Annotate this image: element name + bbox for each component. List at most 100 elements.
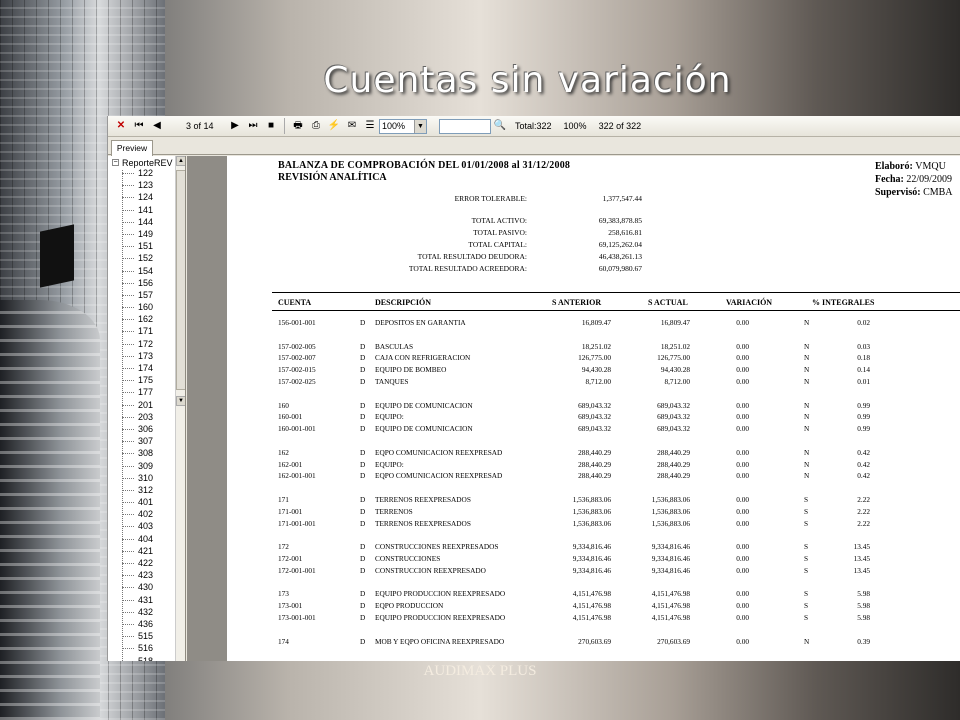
tree-item[interactable]: 154: [108, 265, 185, 277]
tree-item[interactable]: 144: [108, 216, 185, 228]
tree-item[interactable]: 171: [108, 325, 185, 337]
first-page-icon[interactable]: ⏮: [130, 117, 148, 135]
tree-item[interactable]: 403: [108, 520, 185, 532]
tree-item[interactable]: 152: [108, 252, 185, 264]
tab-bar: Preview: [108, 137, 960, 156]
cell-s-actual: 288,440.29: [657, 471, 690, 481]
tree-item[interactable]: 157: [108, 289, 185, 301]
tree-scrollbar[interactable]: ▲ ▼: [175, 156, 185, 661]
scroll-thumb[interactable]: [176, 170, 185, 390]
refresh-icon[interactable]: ⚡: [325, 117, 343, 135]
tree-item[interactable]: 402: [108, 508, 185, 520]
tree-item[interactable]: 173: [108, 350, 185, 362]
tree-item[interactable]: 310: [108, 472, 185, 484]
total-capital-label: TOTAL CAPITAL:: [468, 240, 527, 249]
cell-tipo: D: [360, 412, 366, 422]
binoculars-icon[interactable]: 🔍: [491, 117, 509, 135]
stop-icon[interactable]: ■: [262, 117, 280, 135]
tree-item[interactable]: 201: [108, 399, 185, 411]
tree-item[interactable]: 430: [108, 581, 185, 593]
tree-item[interactable]: 149: [108, 228, 185, 240]
tree-item[interactable]: 421: [108, 545, 185, 557]
cell-ns: S: [804, 589, 809, 599]
cell-cuenta: 157-002-025: [278, 376, 316, 386]
cell-s-anterior: 4,151,476.98: [572, 601, 611, 611]
total-deudora-value: 46,438,261.13: [598, 252, 642, 261]
cell-tipo: D: [360, 424, 366, 434]
zoom-select[interactable]: 100% ▼: [379, 118, 427, 134]
cell-s-actual: 4,151,476.98: [651, 589, 690, 599]
print-setup-icon[interactable]: ⎙: [307, 117, 325, 135]
tree-item[interactable]: 401: [108, 496, 185, 508]
tree-item[interactable]: 151: [108, 240, 185, 252]
prev-page-icon[interactable]: ◀: [148, 117, 166, 135]
close-icon[interactable]: ✕: [112, 117, 130, 135]
tree-item[interactable]: 124: [108, 191, 185, 203]
tree-item[interactable]: 174: [108, 362, 185, 374]
table-row: 160 D EQUIPO DE COMUNICACION 689,043.32 689,…: [227, 401, 960, 413]
tree-item[interactable]: 177: [108, 386, 185, 398]
tree-item[interactable]: 160: [108, 301, 185, 313]
table-row: 173 D EQUIPO PRODUCCION REEXPRESADO 4,151,4…: [227, 589, 960, 601]
tree-item[interactable]: 203: [108, 411, 185, 423]
cell-s-anterior: 94,430.28: [581, 365, 611, 375]
tree-item[interactable]: 156: [108, 277, 185, 289]
tree-item[interactable]: 175: [108, 374, 185, 386]
cell-descripcion: CONSTRUCCIONES: [375, 553, 441, 563]
tree-item[interactable]: 307: [108, 435, 185, 447]
tree-item[interactable]: 141: [108, 204, 185, 216]
search-input[interactable]: [439, 118, 491, 134]
tree-item[interactable]: 436: [108, 618, 185, 630]
cell-s-actual: 94,430.28: [660, 365, 690, 375]
table-row: 157-002-005 D BASCULAS 18,251.02 18,251.02 0.…: [227, 342, 960, 354]
cell-s-anterior: 270,603.69: [578, 636, 611, 646]
cell-descripcion: EQUIPO DE COMUNICACION: [375, 424, 473, 434]
tree-item[interactable]: 432: [108, 606, 185, 618]
tree-item[interactable]: 516: [108, 642, 185, 654]
tree-root[interactable]: − ReporteREV: [108, 156, 185, 168]
cell-tipo: D: [360, 589, 366, 599]
col-s-actual: S ACTUAL: [648, 298, 688, 307]
chevron-down-icon[interactable]: ▼: [414, 119, 426, 133]
last-page-icon[interactable]: ⏭: [244, 117, 262, 135]
cell-cuenta: 162-001-001: [278, 471, 316, 481]
tree-item[interactable]: 122: [108, 167, 185, 179]
cell-s-anterior: 16,809.47: [581, 318, 611, 327]
tab-preview[interactable]: Preview: [111, 140, 153, 156]
tree-item[interactable]: 515: [108, 630, 185, 642]
cell-cuenta: 156-001-001: [278, 318, 316, 327]
table-body: 156-001-001 D DEPOSITOS EN GARANTIA 16,809.…: [227, 318, 960, 648]
tree-item[interactable]: 309: [108, 460, 185, 472]
fecha-value: 22/09/2009: [906, 174, 952, 185]
cell-tipo: D: [360, 542, 366, 552]
cell-ns: S: [804, 612, 809, 622]
scroll-up-icon[interactable]: ▲: [176, 156, 185, 166]
toggle-tree-icon[interactable]: ☰: [361, 117, 379, 135]
cell-variacion: 0.00: [736, 565, 749, 575]
tree-item[interactable]: 162: [108, 313, 185, 325]
tree-item[interactable]: 404: [108, 533, 185, 545]
tree-item[interactable]: 423: [108, 569, 185, 581]
cell-cuenta: 157-002-015: [278, 365, 316, 375]
print-icon[interactable]: 🖶: [289, 117, 307, 135]
cell-variacion: 0.00: [736, 471, 749, 481]
tree-item[interactable]: 312: [108, 484, 185, 496]
collapse-icon[interactable]: −: [112, 159, 119, 166]
cell-variacion: 0.00: [736, 376, 749, 386]
report-summary: ERROR TOLERABLE: 1,377,547.44 TOTAL ACTIV…: [377, 194, 677, 276]
tree-item[interactable]: 306: [108, 423, 185, 435]
tree-item[interactable]: 422: [108, 557, 185, 569]
cell-cuenta: 172-001-001: [278, 565, 316, 575]
tree-item[interactable]: 431: [108, 594, 185, 606]
tree-item[interactable]: 518: [108, 655, 185, 661]
cell-s-actual: 126,775.00: [657, 353, 690, 363]
tree-item[interactable]: 172: [108, 338, 185, 350]
cell-s-anterior: 9,334,816.46: [572, 565, 611, 575]
cell-cuenta: 171-001-001: [278, 518, 316, 528]
next-page-icon[interactable]: ▶: [226, 117, 244, 135]
tree-item[interactable]: 123: [108, 179, 185, 191]
scroll-down-icon[interactable]: ▼: [176, 396, 185, 406]
table-row: 172 D CONSTRUCCIONES REEXPRESADOS 9,334,816…: [227, 542, 960, 554]
tree-item[interactable]: 308: [108, 447, 185, 459]
export-icon[interactable]: ✉: [343, 117, 361, 135]
